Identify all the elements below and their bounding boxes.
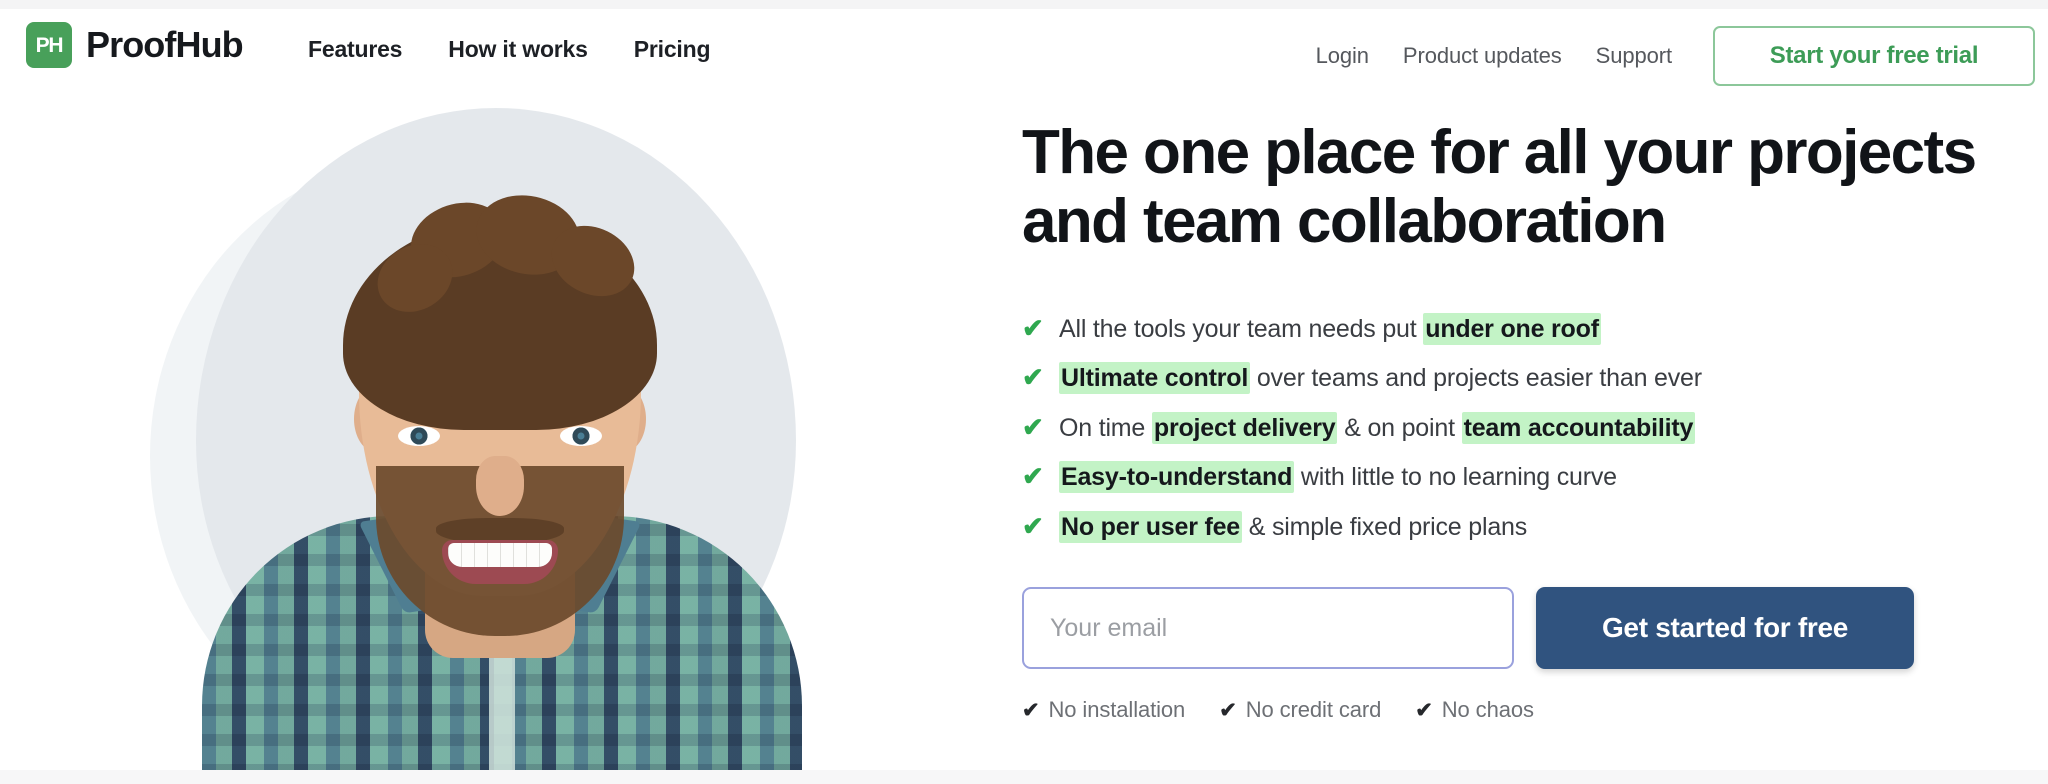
highlighted-phrase: project delivery — [1151, 411, 1338, 444]
benefit-text: No per user fee & simple fixed price pla… — [1059, 510, 1528, 544]
plain-phrase: All the tools your team needs put — [1059, 314, 1424, 343]
nav-item-how-it-works[interactable]: How it works — [448, 36, 588, 63]
brand-name: ProofHub — [86, 24, 244, 65]
microcopy-item: ✔ No credit card — [1219, 697, 1381, 723]
plain-phrase: On time — [1059, 413, 1152, 442]
microcopy-label: No installation — [1048, 697, 1186, 723]
start-free-trial-button[interactable]: Start your free trial — [1713, 26, 2035, 86]
benefit-text: All the tools your team needs put under … — [1059, 312, 1601, 346]
check-icon: ✔ — [1022, 510, 1044, 541]
check-icon: ✔ — [1022, 362, 1044, 393]
check-icon: ✔ — [1022, 461, 1044, 492]
get-started-button[interactable]: Get started for free — [1536, 587, 1914, 670]
hero-content: The one place for all your projects and … — [1022, 118, 2022, 723]
nav-item-support[interactable]: Support — [1579, 43, 1689, 69]
top-chrome-strip — [0, 0, 2048, 9]
highlighted-phrase: team accountability — [1461, 411, 1696, 444]
benefit-item: ✔ Ultimate control over teams and projec… — [1022, 362, 2022, 395]
benefit-item: ✔ On time project delivery & on point te… — [1022, 411, 2022, 445]
page-root: PH ProofHub Features How it works Pricin… — [0, 0, 2048, 784]
primary-nav: Features How it works Pricing — [308, 36, 710, 63]
site-header: PH ProofHub Features How it works Pricin… — [0, 9, 2048, 96]
nav-item-login[interactable]: Login — [1299, 43, 1386, 69]
nav-item-pricing[interactable]: Pricing — [634, 36, 711, 63]
signup-form: Get started for free — [1022, 587, 2022, 670]
benefit-text: On time project delivery & on point team… — [1059, 411, 1696, 445]
highlighted-phrase: No per user fee — [1059, 510, 1243, 543]
bottom-chrome-strip — [0, 770, 2048, 784]
microcopy-label: No chaos — [1441, 697, 1534, 723]
brand-mark-text: PH — [35, 33, 64, 57]
nav-item-features[interactable]: Features — [308, 36, 402, 63]
plain-phrase: & on point — [1337, 413, 1462, 442]
trust-microcopy: ✔ No installation ✔ No credit card ✔ No … — [1022, 697, 2022, 723]
plain-phrase: & simple fixed price plans — [1242, 512, 1528, 541]
highlighted-phrase: under one roof — [1423, 312, 1601, 345]
proofhub-logo-icon: PH — [26, 22, 72, 68]
microcopy-label: No credit card — [1245, 697, 1382, 723]
highlighted-phrase: Easy-to-understand — [1059, 461, 1295, 494]
benefit-item: ✔ Easy-to-understand with little to no l… — [1022, 461, 2022, 494]
mouth — [442, 540, 558, 584]
brand-logo-link[interactable]: PH ProofHub — [26, 22, 244, 68]
plain-phrase: over teams and projects easier than ever — [1250, 364, 1702, 393]
nose — [476, 456, 524, 516]
eye-left — [398, 426, 440, 446]
check-icon: ✔ — [1022, 312, 1044, 343]
teeth — [448, 543, 552, 567]
check-icon: ✔ — [1022, 698, 1040, 722]
microcopy-item: ✔ No installation — [1022, 697, 1185, 723]
highlighted-phrase: Ultimate control — [1059, 362, 1251, 395]
hero-image — [0, 96, 980, 770]
secondary-nav: Login Product updates Support Start your… — [1299, 26, 2035, 86]
check-icon: ✔ — [1022, 411, 1044, 442]
check-icon: ✔ — [1219, 698, 1237, 722]
start-free-trial-label: Start your free trial — [1769, 42, 1979, 69]
page-title: The one place for all your projects and … — [1022, 118, 1977, 257]
benefit-text: Easy-to-understand with little to no lea… — [1059, 461, 1617, 494]
plain-phrase: with little to no learning curve — [1294, 463, 1617, 492]
check-icon: ✔ — [1415, 698, 1433, 722]
hero-portrait — [202, 136, 802, 770]
nav-item-product-updates[interactable]: Product updates — [1386, 43, 1579, 69]
microcopy-item: ✔ No chaos — [1415, 697, 1534, 723]
email-input[interactable] — [1022, 587, 1514, 670]
benefit-item: ✔ All the tools your team needs put unde… — [1022, 312, 2022, 346]
benefit-item: ✔ No per user fee & simple fixed price p… — [1022, 510, 2022, 544]
benefits-list: ✔ All the tools your team needs put unde… — [1022, 312, 2022, 544]
eye-right — [560, 426, 602, 446]
benefit-text: Ultimate control over teams and projects… — [1059, 362, 1702, 395]
